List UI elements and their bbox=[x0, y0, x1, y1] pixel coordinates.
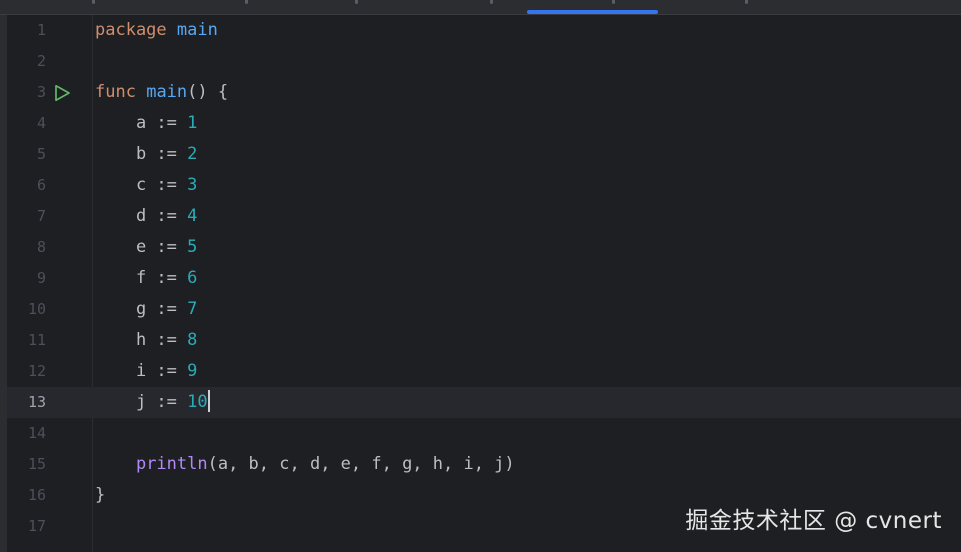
code-token: e := bbox=[95, 237, 188, 257]
line-number[interactable]: 12 bbox=[7, 356, 46, 387]
line-number[interactable]: 17 bbox=[7, 511, 46, 542]
code-text[interactable]: package main bbox=[95, 15, 218, 46]
code-line[interactable]: 15 println(a, b, c, d, e, f, g, h, i, j) bbox=[7, 449, 961, 480]
code-line[interactable]: 4 a := 1 bbox=[7, 108, 961, 139]
code-line[interactable]: 10 g := 7 bbox=[7, 294, 961, 325]
code-token: 8 bbox=[187, 330, 198, 350]
line-number[interactable]: 10 bbox=[7, 294, 46, 325]
line-number[interactable]: 4 bbox=[7, 108, 46, 139]
tab-edge-mark bbox=[245, 0, 248, 4]
code-token: 1 bbox=[187, 113, 198, 133]
line-number[interactable]: 11 bbox=[7, 325, 46, 356]
code-text[interactable]: f := 6 bbox=[95, 263, 197, 294]
editor-left-edge bbox=[0, 15, 7, 552]
code-token: 2 bbox=[187, 144, 198, 164]
code-token: () { bbox=[187, 82, 229, 102]
code-token: func bbox=[95, 82, 136, 102]
line-number[interactable]: 15 bbox=[7, 449, 46, 480]
code-text[interactable]: g := 7 bbox=[95, 294, 197, 325]
code-token: d := bbox=[95, 206, 188, 226]
code-text[interactable]: i := 9 bbox=[95, 356, 197, 387]
line-number[interactable]: 16 bbox=[7, 480, 46, 511]
tab-edge-mark bbox=[355, 0, 358, 4]
code-token: b := bbox=[95, 144, 188, 164]
tab-edge-mark bbox=[745, 0, 748, 4]
line-number[interactable]: 1 bbox=[7, 15, 46, 46]
code-text[interactable]: func main() { bbox=[95, 77, 228, 108]
line-number[interactable]: 8 bbox=[7, 232, 46, 263]
code-token: h := bbox=[95, 330, 188, 350]
tab-edge-mark bbox=[612, 0, 615, 4]
code-token: c := bbox=[95, 175, 188, 195]
line-number[interactable]: 14 bbox=[7, 418, 46, 449]
line-number[interactable]: 3 bbox=[7, 77, 46, 108]
text-caret bbox=[207, 390, 210, 412]
code-token: i := bbox=[95, 361, 188, 381]
tab-edge-mark bbox=[92, 0, 95, 4]
code-token: 10 bbox=[187, 392, 208, 412]
code-line[interactable]: 6 c := 3 bbox=[7, 170, 961, 201]
code-editor[interactable]: 1 package main 2 3 func main() {4 a := 15 b … bbox=[0, 15, 961, 552]
code-token: println bbox=[135, 454, 208, 474]
code-token: 6 bbox=[187, 268, 198, 288]
code-line[interactable]: 5 b := 2 bbox=[7, 139, 961, 170]
code-text[interactable]: } bbox=[95, 480, 105, 511]
code-line[interactable]: 8 e := 5 bbox=[7, 232, 961, 263]
active-tab-indicator bbox=[527, 10, 658, 14]
line-number[interactable]: 6 bbox=[7, 170, 46, 201]
code-token: package bbox=[95, 20, 167, 40]
tab-edge-mark bbox=[490, 0, 493, 4]
line-number[interactable]: 9 bbox=[7, 263, 46, 294]
code-token: main bbox=[176, 20, 218, 40]
code-line[interactable]: 13 j := 10 bbox=[7, 387, 961, 418]
code-token: 9 bbox=[187, 361, 198, 381]
code-text[interactable]: j := 10 bbox=[95, 387, 210, 418]
code-text[interactable]: b := 2 bbox=[95, 139, 197, 170]
code-token: j := bbox=[95, 392, 188, 412]
code-text[interactable]: a := 1 bbox=[95, 108, 197, 139]
code-text[interactable]: d := 4 bbox=[95, 201, 197, 232]
line-number[interactable]: 7 bbox=[7, 201, 46, 232]
run-play-icon[interactable] bbox=[53, 84, 71, 102]
code-token: } bbox=[95, 485, 106, 505]
code-line[interactable]: 11 h := 8 bbox=[7, 325, 961, 356]
code-token: main bbox=[146, 82, 188, 102]
code-line[interactable]: 2 bbox=[7, 46, 961, 77]
code-token: a := bbox=[95, 113, 188, 133]
code-token: 5 bbox=[187, 237, 198, 257]
code-text[interactable]: c := 3 bbox=[95, 170, 197, 201]
code-text[interactable]: println(a, b, c, d, e, f, g, h, i, j) bbox=[95, 449, 515, 480]
watermark: 掘金技术社区 @ cvnert bbox=[685, 508, 942, 534]
code-token: (a, b, c, d, e, f, g, h, i, j) bbox=[207, 454, 515, 474]
line-number[interactable]: 13 bbox=[7, 387, 46, 418]
code-line[interactable]: 7 d := 4 bbox=[7, 201, 961, 232]
line-number[interactable]: 2 bbox=[7, 46, 46, 77]
code-text[interactable]: h := 8 bbox=[95, 325, 197, 356]
code-line[interactable]: 14 bbox=[7, 418, 961, 449]
code-line[interactable]: 1 package main bbox=[7, 15, 961, 46]
code-token: 7 bbox=[187, 299, 198, 319]
editor-tab-bar[interactable] bbox=[0, 0, 961, 15]
code-line[interactable]: 9 f := 6 bbox=[7, 263, 961, 294]
code-token: g := bbox=[95, 299, 188, 319]
code-line[interactable]: 3 func main() { bbox=[7, 77, 961, 108]
code-text[interactable]: e := 5 bbox=[95, 232, 197, 263]
code-line[interactable]: 12 i := 9 bbox=[7, 356, 961, 387]
code-token: 3 bbox=[187, 175, 198, 195]
code-token: f := bbox=[95, 268, 188, 288]
code-token: 4 bbox=[187, 206, 198, 226]
line-number[interactable]: 5 bbox=[7, 139, 46, 170]
